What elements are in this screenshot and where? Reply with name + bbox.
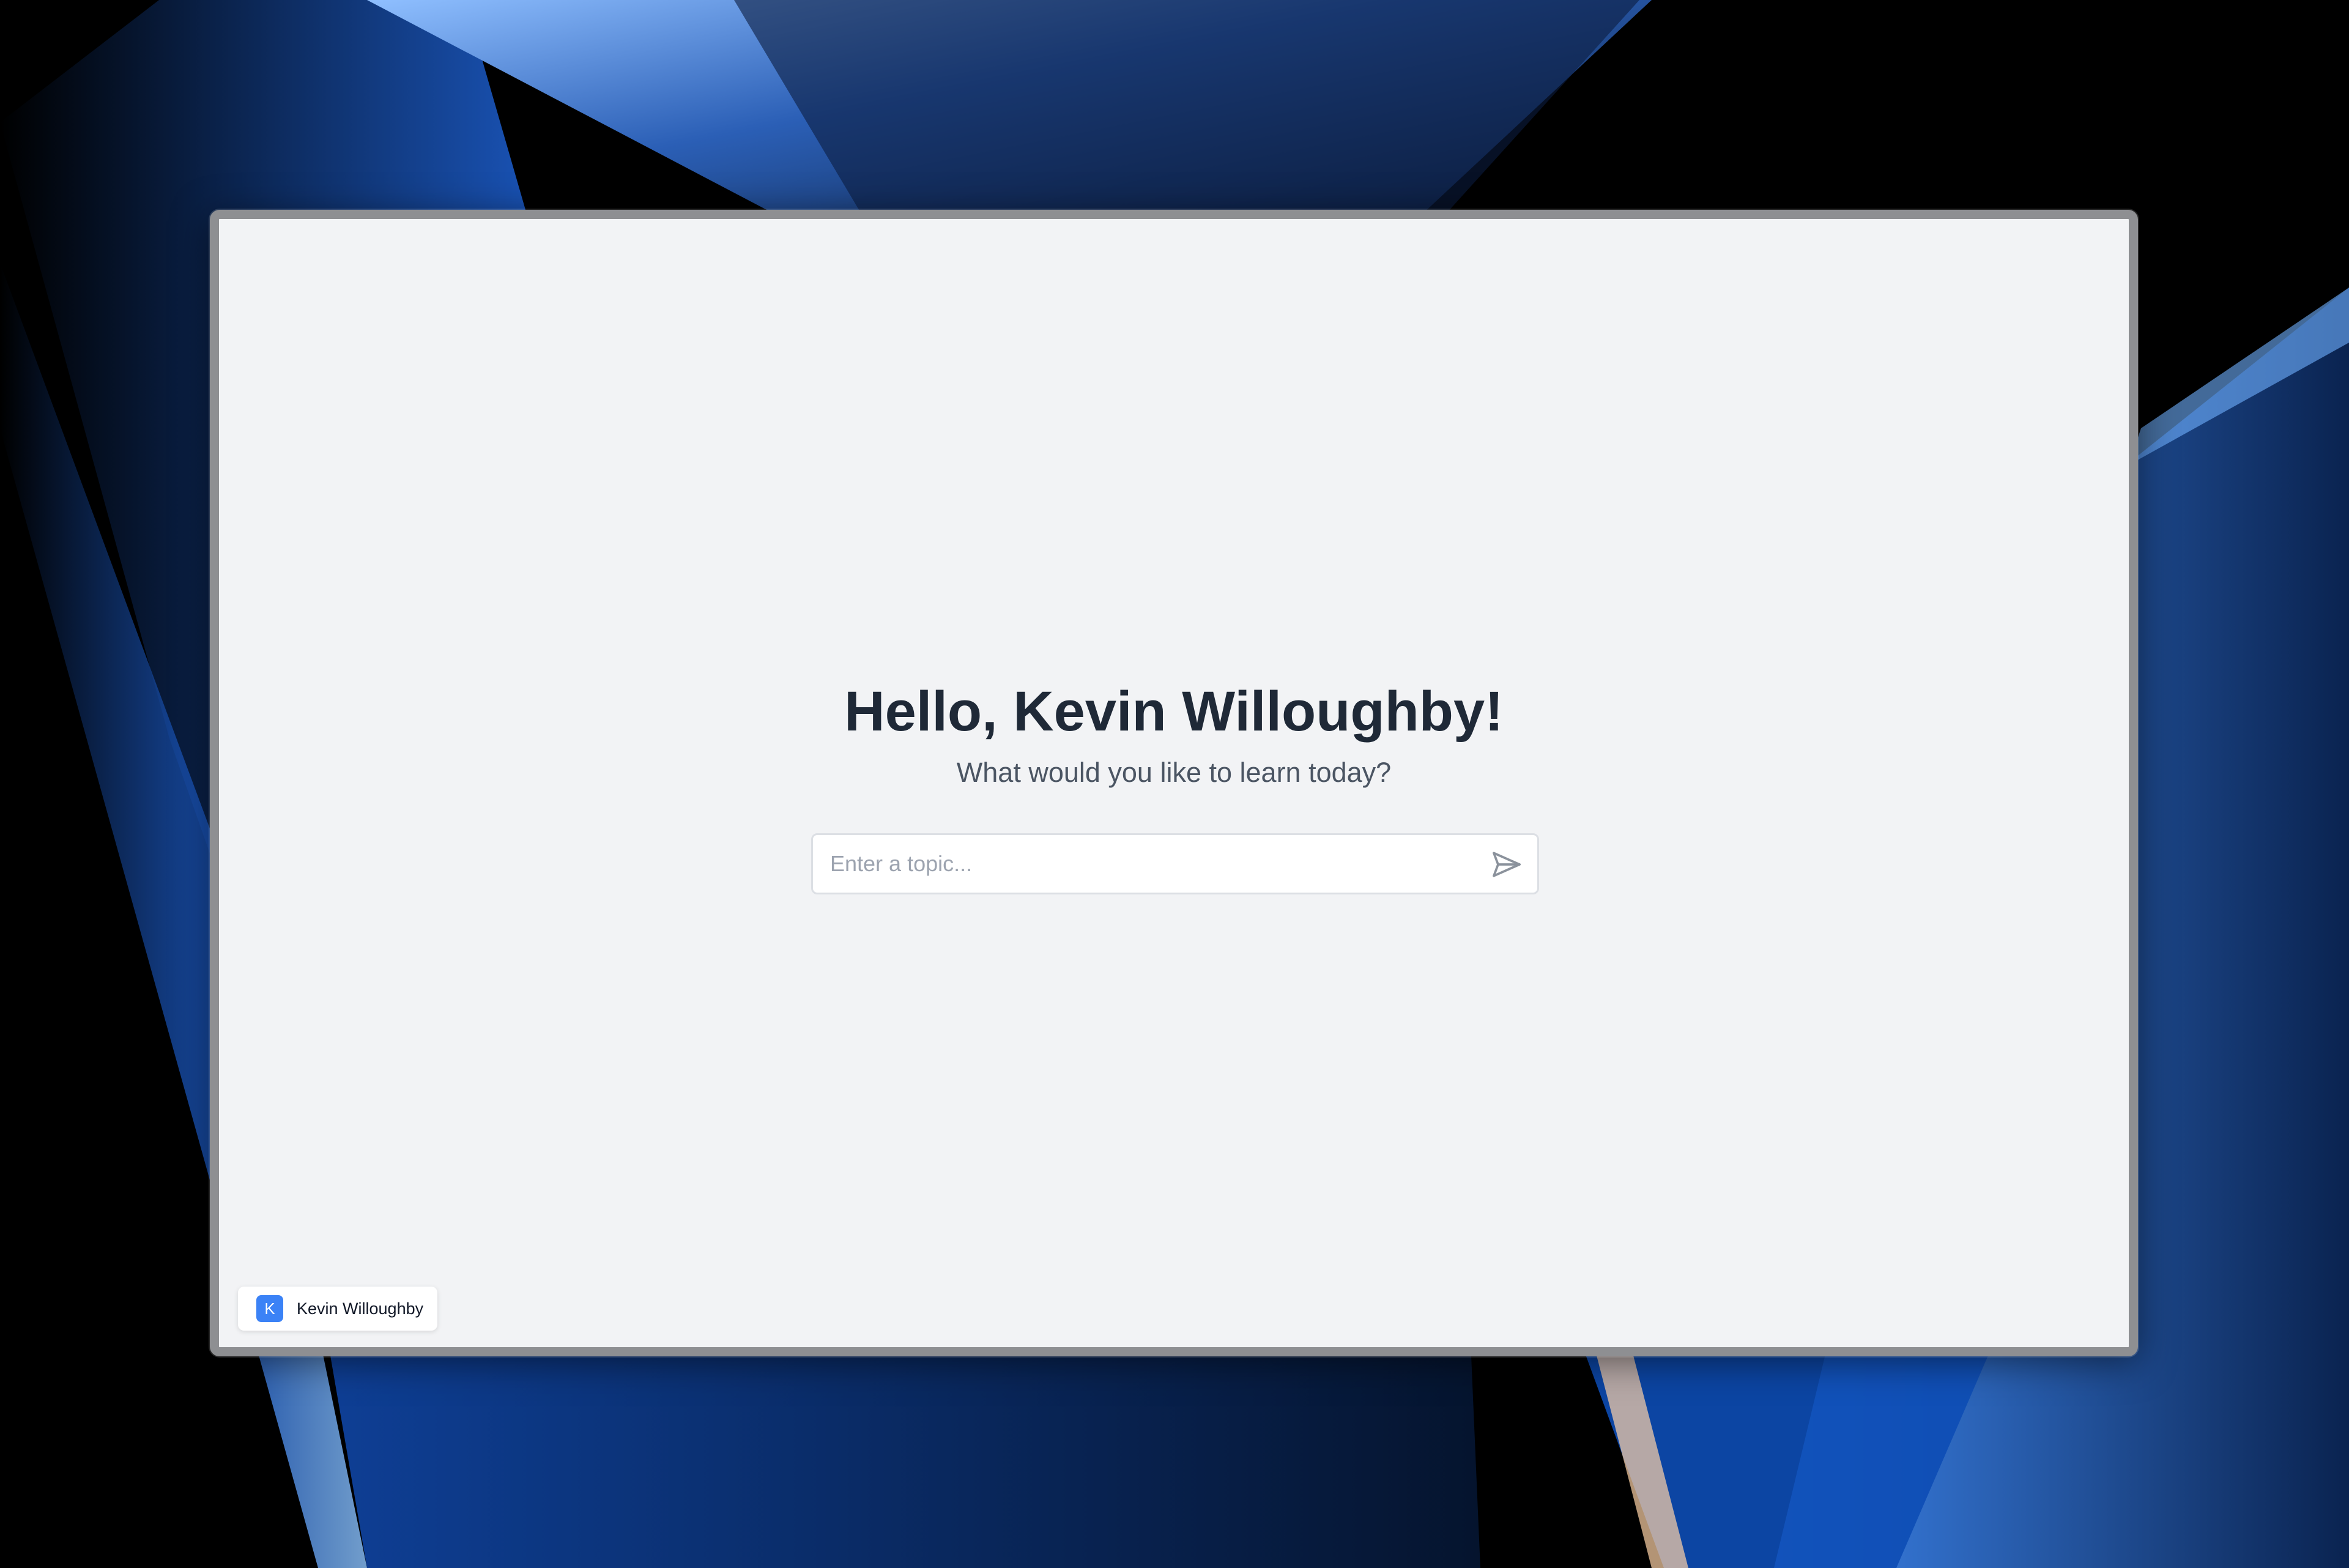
topic-input[interactable] (830, 835, 1466, 893)
desktop: Hello, Kevin Willoughby! What would you … (0, 0, 2349, 1568)
avatar: K (256, 1295, 283, 1322)
greeting-subtitle: What would you like to learn today? (956, 757, 1392, 789)
app-window: Hello, Kevin Willoughby! What would you … (210, 210, 2138, 1356)
topic-search-box (811, 833, 1539, 894)
greeting-heading: Hello, Kevin Willoughby! (844, 680, 1504, 743)
user-name: Kevin Willoughby (297, 1299, 424, 1318)
send-button[interactable] (1490, 847, 1524, 882)
send-icon (1493, 852, 1521, 877)
welcome-section: Hello, Kevin Willoughby! What would you … (219, 678, 2129, 789)
user-profile-chip[interactable]: K Kevin Willoughby (238, 1287, 437, 1331)
